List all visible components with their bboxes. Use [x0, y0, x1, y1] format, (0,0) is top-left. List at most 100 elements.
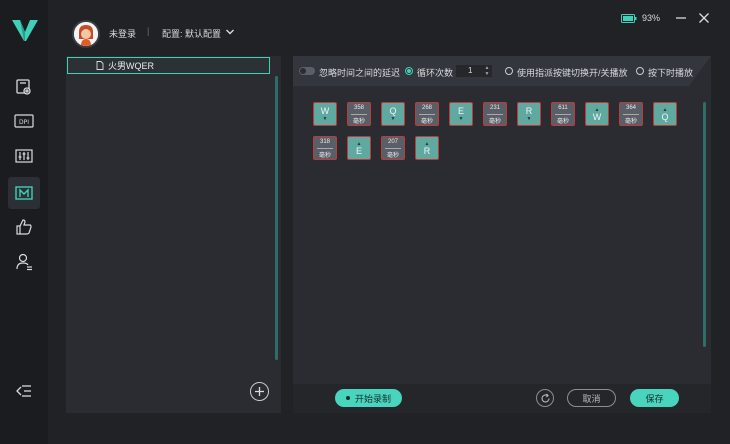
key-down-arrow-icon: ▼ — [526, 115, 532, 122]
delay-value: 207 — [387, 139, 398, 145]
key-down-arrow-icon: ▼ — [390, 115, 396, 122]
delay-divider — [555, 114, 571, 115]
ignore-delay-toggle[interactable] — [299, 67, 315, 75]
cancel-button[interactable]: 取消 — [567, 389, 616, 407]
key-label: W — [320, 105, 330, 116]
ignore-delay-label: 忽略时间之间的延迟 — [319, 68, 401, 78]
macro-delay[interactable]: 268 毫秒 — [415, 102, 439, 126]
key-label: Q — [661, 111, 669, 122]
nav-dpi[interactable]: DPI — [11, 108, 37, 134]
macro-delay[interactable]: 207 毫秒 — [381, 136, 405, 160]
nav-user[interactable] — [11, 249, 37, 275]
dpi-icon: DPI — [14, 114, 34, 128]
delay-value: 231 — [489, 105, 500, 111]
collapse-icon — [16, 385, 31, 397]
loop-count-radio[interactable] — [405, 67, 413, 75]
equalizer-icon — [15, 149, 33, 163]
delay-divider — [317, 148, 333, 149]
delay-unit: 毫秒 — [488, 119, 501, 125]
toggle-key-radio[interactable] — [505, 67, 513, 75]
macro-key-press[interactable]: Q ▼ — [381, 102, 405, 126]
svg-text:DPI: DPI — [19, 119, 29, 126]
delay-value: 358 — [353, 105, 364, 111]
refresh-icon — [540, 393, 550, 402]
nav-equalizer[interactable] — [11, 143, 37, 169]
macro-key-press[interactable]: W ▼ — [313, 102, 337, 126]
loop-count-stepper[interactable]: ▲ ▼ — [483, 65, 491, 77]
delay-value: 318 — [319, 139, 330, 145]
reset-button[interactable] — [536, 389, 554, 407]
delay-divider — [351, 114, 367, 115]
macro-key-release[interactable]: ▲ R — [415, 136, 439, 160]
macro-sequence-scrollbar[interactable] — [703, 102, 706, 347]
delay-value: 268 — [421, 105, 432, 111]
battery-icon — [621, 14, 637, 23]
macro-key-press[interactable]: E ▼ — [449, 102, 473, 126]
macro-actions-bar: 开始录制 取消 保存 — [293, 384, 711, 413]
avatar[interactable] — [72, 20, 100, 48]
add-macro-button[interactable] — [250, 382, 269, 401]
thumbs-up-icon — [16, 219, 32, 235]
macro-key-release[interactable]: ▲ Q — [653, 102, 677, 126]
delay-unit: 毫秒 — [624, 119, 637, 125]
sidebar: DPI — [0, 0, 48, 444]
macro-delay[interactable]: 318 毫秒 — [313, 136, 337, 160]
nav-rating[interactable] — [11, 214, 37, 240]
chevron-down-icon[interactable] — [225, 27, 235, 37]
close-icon[interactable] — [698, 12, 710, 24]
brand-logo — [12, 20, 38, 41]
header-separator: | — [147, 26, 150, 36]
minimize-icon[interactable] — [675, 12, 687, 24]
key-label: W — [592, 111, 602, 122]
login-status[interactable]: 未登录 — [109, 27, 136, 40]
macro-name: 火男WQER — [108, 61, 154, 71]
hold-play-radio[interactable] — [636, 67, 644, 75]
nav-device-settings[interactable] — [11, 74, 37, 100]
delay-unit: 毫秒 — [318, 153, 331, 159]
save-button[interactable]: 保存 — [630, 389, 679, 407]
macro-delay[interactable]: 358 毫秒 — [347, 102, 371, 126]
macro-key-release[interactable]: ▲ E — [347, 136, 371, 160]
battery-percent: 93% — [642, 13, 661, 23]
key-down-arrow-icon: ▼ — [458, 115, 464, 122]
macro-list-panel: 火男WQER — [66, 56, 281, 413]
delay-unit: 毫秒 — [420, 119, 433, 125]
collapse-sidebar-button[interactable] — [11, 378, 37, 404]
macro-key-release[interactable]: ▲ W — [585, 102, 609, 126]
user-icon — [16, 253, 32, 271]
macro-list-item[interactable]: 火男WQER — [67, 57, 270, 74]
delay-unit: 毫秒 — [352, 119, 365, 125]
config-selector-label[interactable]: 配置: 默认配置 — [162, 27, 221, 40]
start-record-button[interactable]: 开始录制 — [335, 389, 402, 407]
start-record-label: 开始录制 — [354, 393, 391, 404]
delay-unit: 毫秒 — [556, 119, 569, 125]
loop-count-label: 循环次数 — [417, 68, 454, 78]
device-settings-icon — [16, 79, 31, 95]
macro-delay[interactable]: 364 毫秒 — [619, 102, 643, 126]
nav-macro[interactable] — [8, 177, 40, 209]
toggle-key-label: 使用指派按键切换开/关播放 — [517, 68, 628, 78]
hold-play-label: 按下时播放 — [648, 68, 694, 78]
record-dot-icon — [345, 396, 350, 400]
macro-editor-panel: 忽略时间之间的延迟 循环次数 1 ▲ ▼ 使用指派按键切换开/关播放 按下时播放 … — [293, 56, 711, 413]
key-label: R — [423, 145, 431, 156]
macro-toolbar: 忽略时间之间的延迟 循环次数 1 ▲ ▼ 使用指派按键切换开/关播放 按下时播放 — [293, 56, 711, 86]
delay-value: 364 — [625, 105, 636, 111]
avatar-image — [74, 22, 98, 46]
plus-icon — [255, 387, 264, 396]
key-label: R — [525, 105, 533, 116]
delay-divider — [419, 114, 435, 115]
delay-divider — [385, 148, 401, 149]
key-label: E — [355, 145, 362, 156]
macro-icon — [15, 186, 33, 200]
file-icon — [96, 61, 104, 70]
delay-divider — [487, 114, 503, 115]
key-down-arrow-icon: ▼ — [322, 115, 328, 122]
macro-list-scrollbar[interactable] — [275, 76, 278, 360]
delay-value: 611 — [558, 105, 568, 111]
key-label: E — [457, 105, 464, 116]
macro-delay[interactable]: 611 毫秒 — [551, 102, 575, 126]
delay-divider — [623, 114, 639, 115]
macro-delay[interactable]: 231 毫秒 — [483, 102, 507, 126]
macro-key-press[interactable]: R ▼ — [517, 102, 541, 126]
